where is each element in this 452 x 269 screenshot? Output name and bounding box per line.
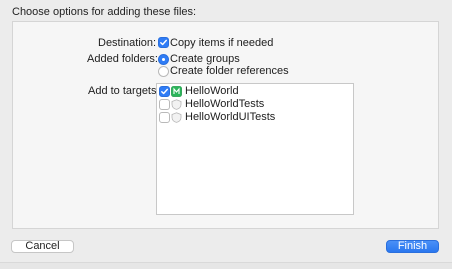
create-folder-references-label[interactable]: Create folder references [170,65,289,77]
test-target-icon [171,99,182,110]
app-target-icon [171,86,182,97]
target-checkbox-helloworldtests[interactable] [159,99,170,110]
copy-items-checkbox[interactable] [158,37,169,48]
add-to-targets-label: Add to targets: [88,85,160,97]
underlying-window-strip [0,262,452,269]
checkmark-icon [160,39,167,46]
create-groups-label[interactable]: Create groups [170,53,240,65]
sheet-title: Choose options for adding these files: [12,6,197,18]
added-folders-label: Added folders: [87,53,158,65]
target-label-helloworldtests[interactable]: HelloWorldTests [185,98,264,110]
test-target-icon [171,112,182,123]
target-checkbox-helloworlduitests[interactable] [159,112,170,123]
finish-button[interactable]: Finish [386,240,439,253]
create-groups-radio[interactable] [158,54,169,65]
copy-items-label[interactable]: Copy items if needed [170,37,273,49]
target-label-helloworld[interactable]: HelloWorld [185,85,239,97]
checkmark-icon [161,88,168,95]
cancel-button[interactable]: Cancel [11,240,74,253]
destination-label: Destination: [98,37,157,49]
target-checkbox-helloworld[interactable] [159,86,170,97]
create-folder-references-radio[interactable] [158,66,169,77]
target-label-helloworlduitests[interactable]: HelloWorldUITests [185,111,275,123]
